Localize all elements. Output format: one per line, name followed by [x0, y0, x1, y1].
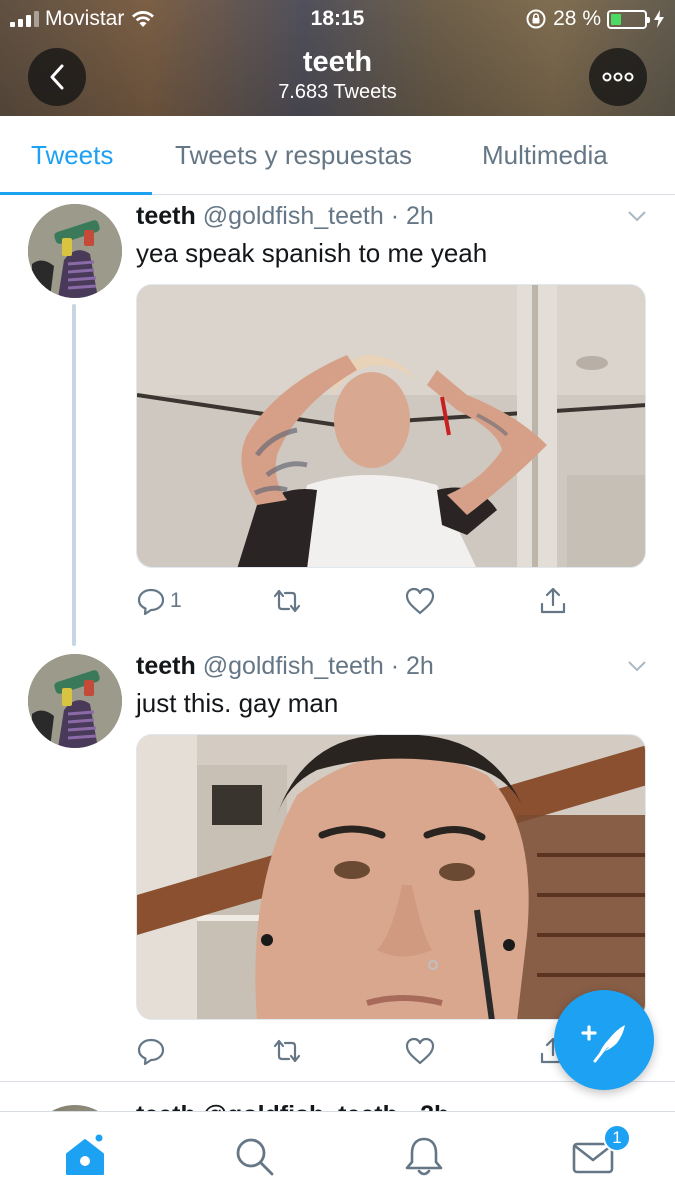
tweet-count: 7.683 Tweets	[278, 81, 397, 103]
video-thumbnail	[137, 285, 645, 567]
reply-icon	[137, 1038, 165, 1066]
tweet-author-handle[interactable]: @goldfish_teeth	[203, 652, 384, 680]
retweet-button[interactable]	[270, 586, 304, 616]
avatar[interactable]	[28, 204, 122, 298]
retweet-icon	[273, 589, 301, 613]
rotation-lock-icon	[526, 9, 546, 29]
tweet-time: · 2h	[390, 652, 434, 680]
more-icon	[602, 72, 634, 82]
nav-notifications[interactable]	[402, 1134, 446, 1178]
status-bar: Movistar 18:15 28 %	[0, 0, 675, 38]
video-thumbnail	[137, 735, 645, 1019]
tab-tweets-and-replies[interactable]: Tweets y respuestas	[175, 140, 412, 171]
nav-home[interactable]	[63, 1134, 107, 1178]
home-icon	[66, 1134, 104, 1175]
tweet-author-name[interactable]: teeth	[136, 652, 196, 680]
avatar-image	[28, 654, 122, 748]
tweet-time: · 2h	[390, 202, 434, 230]
tab-media[interactable]: Multimedia	[482, 140, 608, 171]
tweet-author-name[interactable]: teeth	[136, 202, 196, 230]
tweet-media-video[interactable]	[136, 284, 646, 568]
thread-line	[72, 304, 76, 646]
compose-feather-icon	[581, 1025, 625, 1063]
charging-icon	[654, 10, 664, 28]
nav-search[interactable]	[232, 1134, 276, 1178]
tweet-partial[interactable]: teeth @goldfish_teeth · 2h	[0, 1083, 675, 1111]
heart-icon	[405, 587, 435, 615]
share-icon	[540, 587, 566, 614]
battery-percent: 28 %	[553, 7, 601, 30]
avatar-image	[28, 204, 122, 298]
tweet-header: teeth @goldfish_teeth · 2h	[136, 202, 434, 231]
reply-button[interactable]: 1	[136, 586, 182, 616]
tweet-partial-header: teeth @goldfish_teeth · 2h	[136, 1101, 449, 1111]
compose-tweet-button[interactable]	[554, 990, 654, 1090]
tweet[interactable]: teeth @goldfish_teeth · 2h yea speak spa…	[0, 196, 675, 646]
reply-icon	[137, 588, 165, 616]
tweet-author-handle[interactable]: @goldfish_teeth	[203, 202, 384, 230]
nav-messages[interactable]: 1	[571, 1124, 631, 1178]
profile-name: teeth	[302, 46, 373, 78]
tweet-media-video[interactable]	[136, 734, 646, 1020]
chevron-down-icon[interactable]	[627, 206, 647, 226]
bell-icon	[405, 1137, 443, 1176]
tweet-text: yea speak spanish to me yeah	[136, 238, 488, 268]
retweet-button[interactable]	[270, 1036, 304, 1066]
like-button[interactable]	[404, 1036, 436, 1066]
bottom-nav: 1	[0, 1111, 675, 1200]
tweet-text: just this. gay man	[136, 688, 339, 718]
messages-badge: 1	[603, 1124, 631, 1152]
tab-tweets[interactable]: Tweets	[31, 140, 113, 171]
profile-header: Movistar 18:15 28 % teeth 7.683 Tweets	[0, 0, 675, 116]
battery-icon	[607, 9, 650, 29]
heart-icon	[405, 1037, 435, 1065]
tweet-actions	[136, 1036, 576, 1068]
reply-button[interactable]	[136, 1036, 170, 1066]
like-button[interactable]	[404, 586, 436, 616]
active-tab-indicator	[0, 192, 152, 195]
profile-tabs: Tweets Tweets y respuestas Multimedia	[0, 116, 675, 195]
avatar[interactable]	[28, 654, 122, 748]
search-icon	[236, 1138, 274, 1176]
more-options-button[interactable]	[589, 48, 647, 106]
tweet-header: teeth @goldfish_teeth · 2h	[136, 652, 434, 681]
status-right: 28 %	[525, 7, 665, 31]
chevron-down-icon[interactable]	[627, 656, 647, 676]
tweet-actions: 1	[136, 586, 576, 618]
retweet-icon	[273, 1039, 301, 1063]
reply-count: 1	[170, 589, 182, 612]
header-title-block: teeth 7.683 Tweets	[0, 46, 675, 104]
share-button[interactable]	[538, 586, 568, 616]
